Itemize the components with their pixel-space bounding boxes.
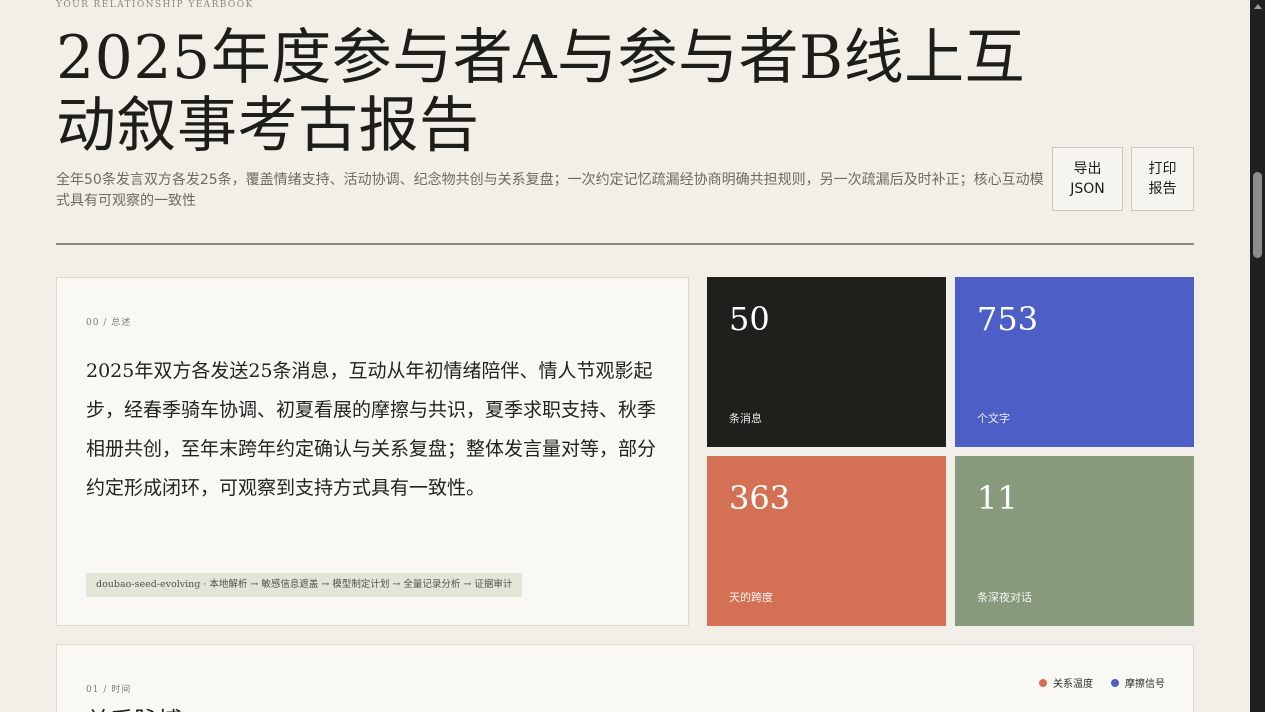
header-actions: 导出 JSON 打印 报告 — [1052, 147, 1194, 211]
timeline-card: 01 / 时间 关系脉搏 关系温度 摩擦信号 — [56, 644, 1194, 712]
overview-section-label: 00 / 总述 — [86, 318, 132, 328]
timeline-title: 关系脉搏 — [86, 701, 182, 712]
legend-item-warmth: 关系温度 — [1039, 675, 1093, 690]
stat-label: 条消息 — [729, 412, 762, 425]
stat-card-characters: 753 个文字 — [955, 277, 1194, 447]
legend-label: 关系温度 — [1053, 679, 1093, 690]
header-divider — [56, 243, 1194, 245]
stat-value: 363 — [729, 479, 791, 517]
timeline-section-label: 01 / 时间 — [86, 685, 132, 695]
stat-value: 50 — [729, 300, 770, 338]
stat-label: 个文字 — [977, 412, 1010, 425]
overview-text: 2025年双方各发送25条消息，互动从年初情绪陪伴、情人节观影起步，经春季骑车协… — [86, 360, 657, 499]
stat-label: 条深夜对话 — [977, 591, 1032, 604]
scroll-up-arrow-icon[interactable] — [1254, 4, 1262, 9]
overview-card: 00 / 总述 2025年双方各发送25条消息，互动从年初情绪陪伴、情人节观影起… — [56, 277, 689, 626]
page-title: 2025年度参与者A与参与者B线上互动叙事考古报告 — [56, 23, 1026, 161]
page-scrollbar[interactable] — [1250, 0, 1265, 712]
export-json-button[interactable]: 导出 JSON — [1052, 147, 1123, 211]
legend-label: 摩擦信号 — [1125, 679, 1165, 690]
eyebrow-label: YOUR RELATIONSHIP YEARBOOK — [56, 0, 254, 10]
scrollbar-thumb[interactable] — [1253, 172, 1262, 258]
stat-value: 11 — [977, 479, 1018, 517]
page-subtitle: 全年50条发言双方各发25条，覆盖情绪支持、活动协调、纪念物共创与关系复盘；一次… — [56, 172, 1044, 209]
timeline-legend: 关系温度 摩擦信号 — [1039, 675, 1165, 690]
pipeline-tag: doubao-seed-evolving · 本地解析 → 敏感信息遮盖 → 模… — [86, 573, 523, 597]
stat-card-messages: 50 条消息 — [707, 277, 946, 447]
legend-dot-icon — [1111, 678, 1119, 687]
stat-value: 753 — [977, 300, 1039, 338]
stat-card-span-days: 363 天的跨度 — [707, 456, 946, 626]
print-report-button[interactable]: 打印 报告 — [1131, 147, 1194, 211]
stat-label: 天的跨度 — [729, 591, 773, 604]
legend-item-friction: 摩擦信号 — [1111, 675, 1165, 690]
stat-card-late-night: 11 条深夜对话 — [955, 456, 1194, 626]
legend-dot-icon — [1039, 678, 1047, 687]
